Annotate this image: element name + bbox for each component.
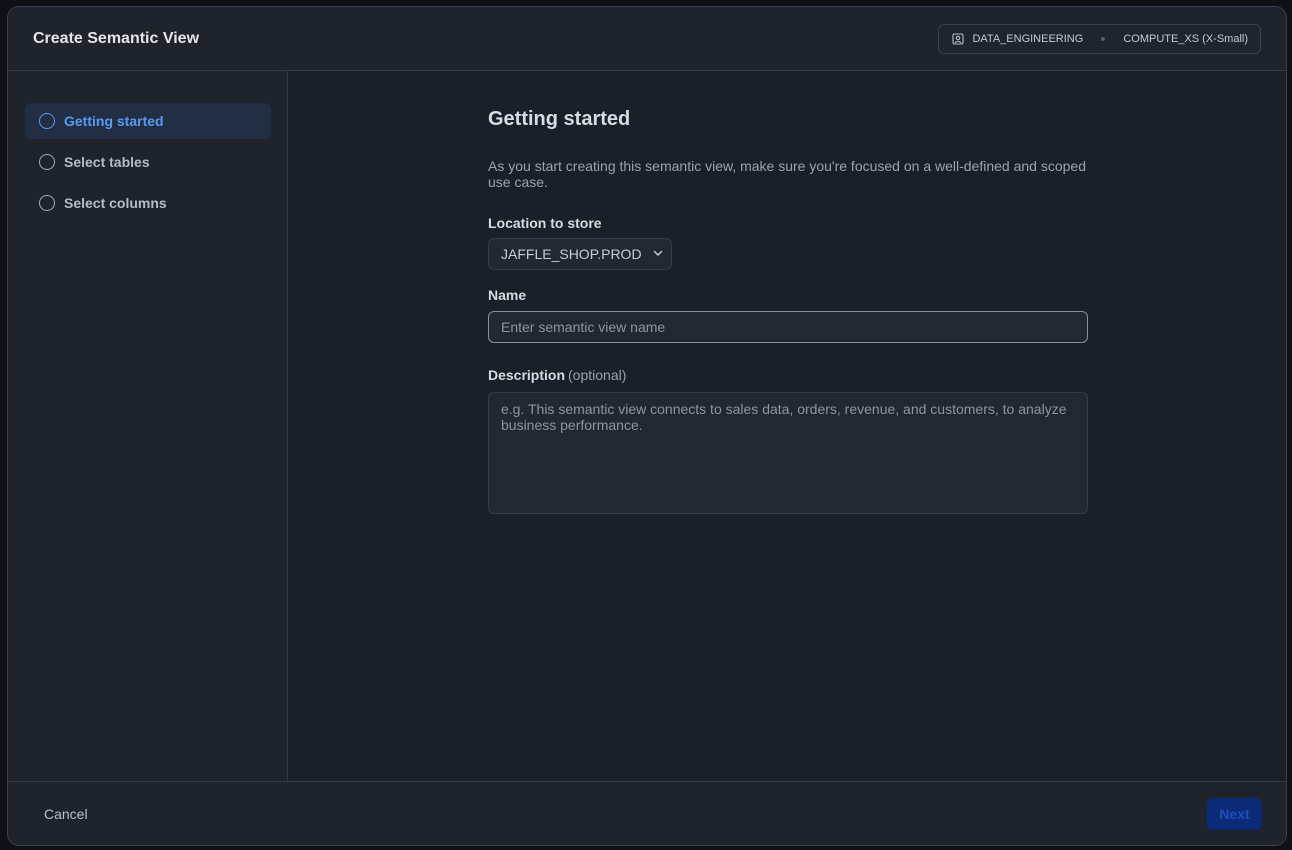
step-label: Select tables <box>64 154 150 170</box>
dialog-header: Create Semantic View DATA_ENGINEERING CO… <box>8 7 1286 71</box>
step-getting-started[interactable]: Getting started <box>25 103 271 139</box>
location-select[interactable]: JAFFLE_SHOP.PROD <box>488 238 672 270</box>
main-content: Getting started As you start creating th… <box>289 71 1286 781</box>
optional-hint: (optional) <box>568 367 627 383</box>
step-label: Getting started <box>64 113 164 129</box>
next-button[interactable]: Next <box>1207 798 1262 830</box>
step-select-tables[interactable]: Select tables <box>25 144 271 180</box>
role-name: DATA_ENGINEERING <box>972 33 1084 45</box>
step-circle-icon <box>39 195 55 211</box>
dialog-footer: Cancel Next <box>8 781 1286 845</box>
warehouse-name: COMPUTE_XS (X-Small) <box>1123 33 1248 45</box>
dialog-title: Create Semantic View <box>33 30 200 47</box>
chevron-down-icon <box>652 246 664 262</box>
step-circle-icon <box>39 154 55 170</box>
step-select-columns[interactable]: Select columns <box>25 185 271 221</box>
step-circle-icon <box>39 113 55 129</box>
steps-sidebar: Getting started Select tables Select col… <box>8 71 288 781</box>
create-semantic-view-dialog: Create Semantic View DATA_ENGINEERING CO… <box>7 6 1287 846</box>
location-label: Location to store <box>488 215 602 231</box>
description-label-text: Description <box>488 367 566 383</box>
intro-text: As you start creating this semantic view… <box>488 158 1086 190</box>
separator-dot <box>1101 37 1106 41</box>
name-label: Name <box>488 287 527 303</box>
description-textarea[interactable] <box>488 392 1088 514</box>
role-icon <box>952 33 965 45</box>
description-label: Description (optional) <box>488 367 626 383</box>
cancel-button[interactable]: Cancel <box>32 798 100 830</box>
location-value: JAFFLE_SHOP.PROD <box>501 246 642 262</box>
step-label: Select columns <box>64 195 167 211</box>
section-heading: Getting started <box>488 108 631 130</box>
context-selector[interactable]: DATA_ENGINEERING COMPUTE_XS (X-Small) <box>938 24 1261 54</box>
name-input[interactable] <box>488 311 1088 343</box>
